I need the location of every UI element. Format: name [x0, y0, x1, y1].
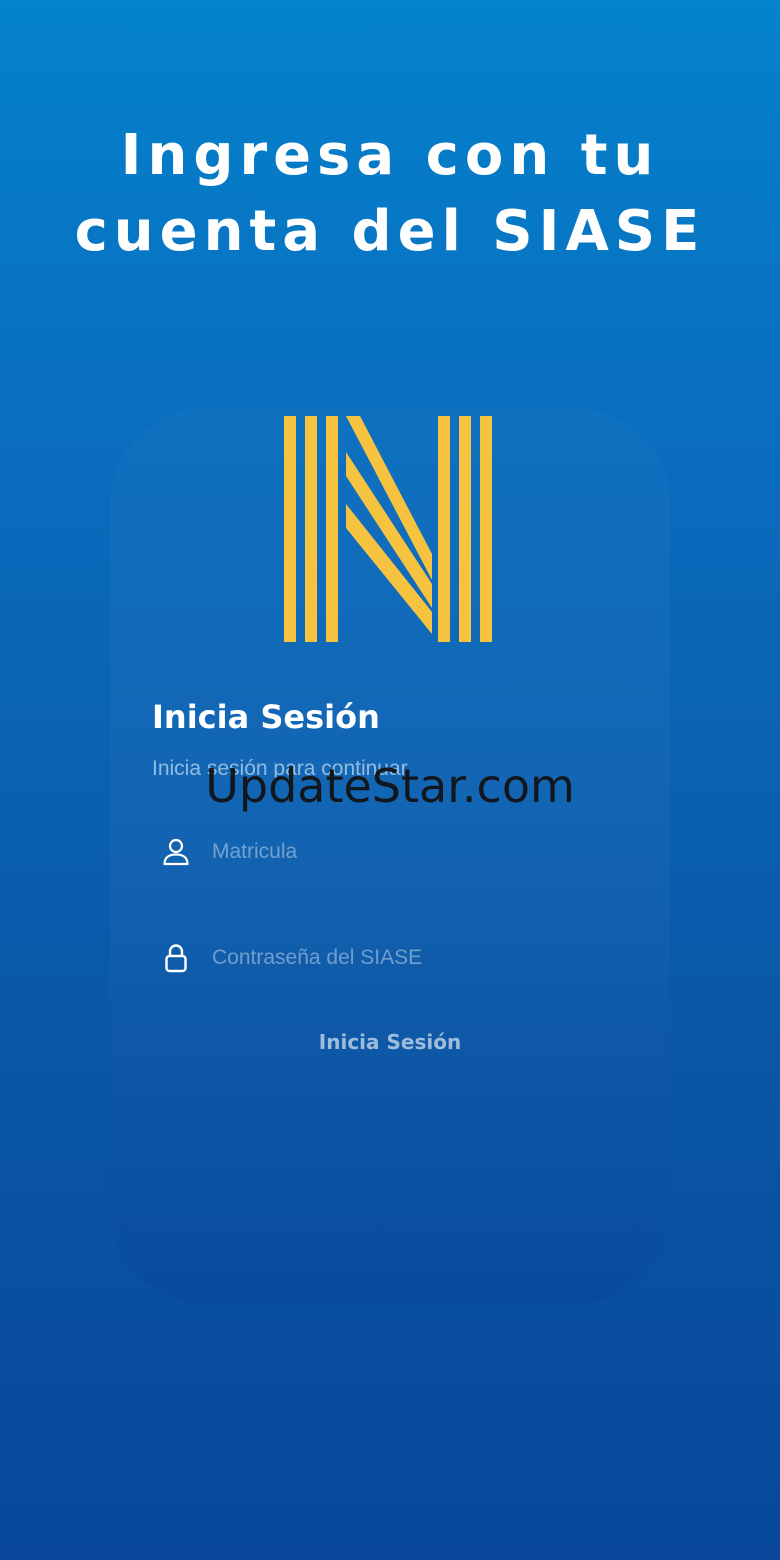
headline-line-1: Ingresa con tu	[120, 123, 660, 188]
headline-line-2: cuenta del SIASE	[74, 199, 706, 264]
login-subtitle: Inicia sesión para continuar	[152, 757, 408, 780]
password-input[interactable]	[212, 946, 592, 970]
username-input[interactable]	[212, 840, 592, 864]
lock-icon	[158, 940, 194, 976]
login-title: Inicia Sesión	[152, 698, 380, 736]
uanl-n-logo-icon	[284, 416, 492, 642]
username-field[interactable]	[158, 832, 618, 872]
login-submit-button[interactable]: Inicia Sesión	[240, 1024, 540, 1060]
password-field[interactable]	[158, 938, 618, 978]
headline: Ingresa con tu cuenta del SIASE	[0, 118, 780, 270]
user-icon	[158, 834, 194, 870]
